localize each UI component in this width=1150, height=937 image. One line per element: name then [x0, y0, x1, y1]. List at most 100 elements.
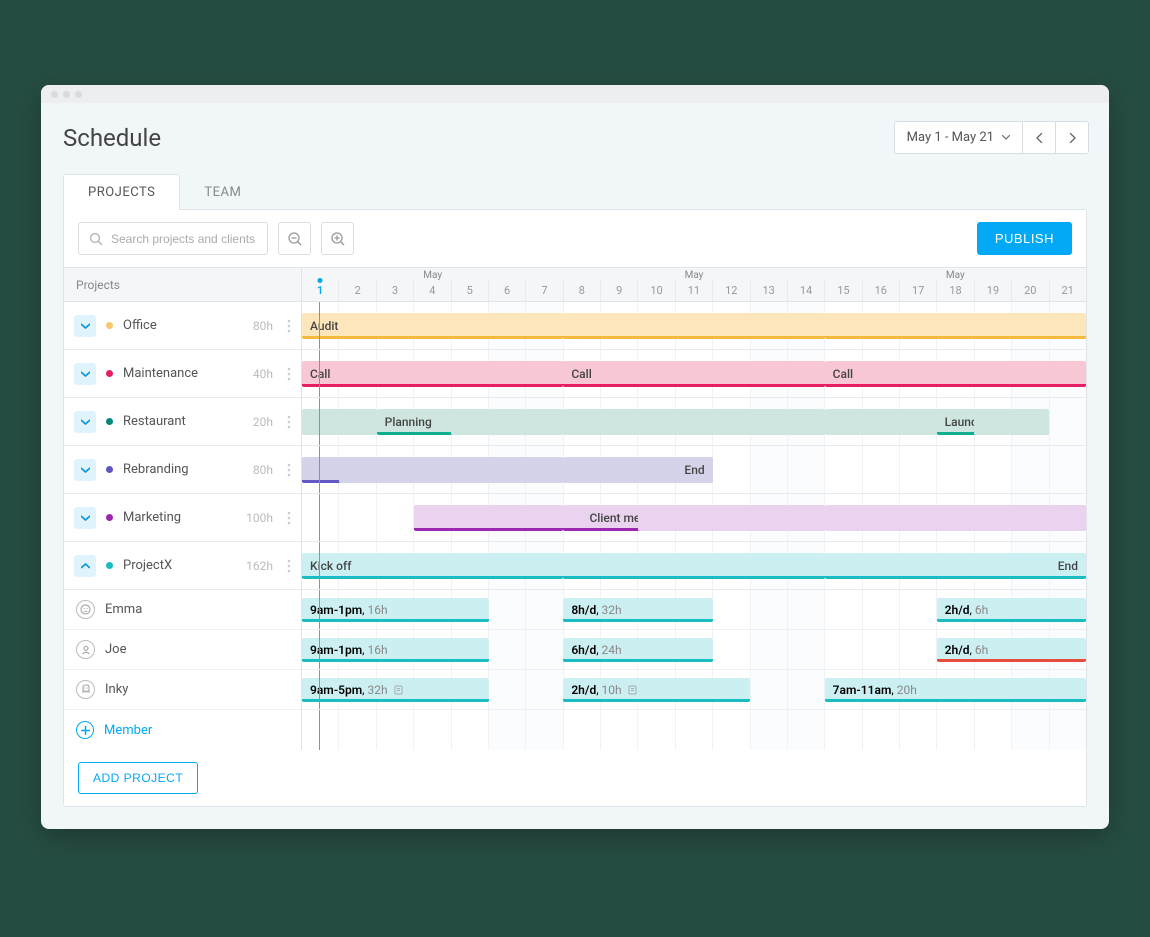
publish-button[interactable]: PUBLISH	[977, 222, 1072, 255]
day-header-14[interactable]: 14	[787, 279, 824, 301]
assignment-bar[interactable]: 9am-5pm, 32h	[302, 678, 489, 702]
project-hours: 80h	[253, 463, 273, 477]
add-member-button[interactable]: Member	[64, 710, 302, 750]
project-menu-icon[interactable]	[287, 463, 291, 477]
day-header-15[interactable]: 15	[824, 279, 861, 301]
note-icon	[628, 685, 637, 695]
project-bar[interactable]	[1049, 361, 1083, 387]
day-header-8[interactable]: 8	[563, 279, 600, 301]
project-bar[interactable]	[302, 409, 377, 435]
expand-project-button[interactable]	[74, 411, 96, 433]
project-row-projectx: ProjectX162hKick offEnd	[64, 542, 1086, 590]
member-name: Emma	[105, 602, 142, 617]
project-bar[interactable]: Call	[563, 361, 824, 387]
project-menu-icon[interactable]	[287, 559, 291, 573]
project-bar[interactable]	[825, 505, 1086, 531]
day-header-1[interactable]: 1	[302, 279, 338, 301]
search-input-wrapper[interactable]	[78, 222, 268, 255]
assignment-bar[interactable]: 2h/d, 6h	[937, 638, 1086, 662]
day-header-20[interactable]: 20	[1011, 279, 1048, 301]
day-header-13[interactable]: 13	[750, 279, 787, 301]
project-row-marketing: Marketing100hClient meeting	[64, 494, 1086, 542]
expand-project-button[interactable]	[74, 363, 96, 385]
project-name: Marketing	[123, 510, 181, 525]
assignment-bar[interactable]: 7am-11am, 20h	[825, 678, 1086, 702]
expand-project-button[interactable]	[74, 315, 96, 337]
project-color-dot	[106, 370, 113, 377]
date-range-picker[interactable]: May 1 - May 21	[894, 121, 1023, 154]
add-project-button[interactable]: ADD PROJECT	[78, 762, 198, 794]
member-row-emma: Emma 9am-1pm, 16h 8h/d, 32h 2h/d, 6h	[64, 590, 1086, 630]
day-header-19[interactable]: 19	[974, 279, 1011, 301]
project-bar[interactable]: End	[974, 553, 1086, 579]
day-header-2[interactable]: 2	[338, 279, 375, 301]
expand-project-button[interactable]	[74, 459, 96, 481]
zoom-in-button[interactable]	[321, 222, 354, 255]
project-bar[interactable]	[377, 553, 564, 579]
current-day-marker	[318, 278, 323, 283]
day-header-18[interactable]: 18	[936, 279, 973, 301]
project-bar[interactable]	[825, 313, 1086, 339]
project-row-maintenance: Maintenance40hCallCallCall	[64, 350, 1086, 398]
project-bar[interactable]: Call	[825, 361, 1086, 387]
day-header-5[interactable]: 5	[451, 279, 488, 301]
project-bar[interactable]	[451, 313, 563, 339]
expand-project-button[interactable]	[74, 555, 96, 577]
project-bar[interactable]: End	[563, 457, 712, 483]
project-bar[interactable]	[563, 409, 824, 435]
project-menu-icon[interactable]	[287, 367, 291, 381]
day-header-16[interactable]: 16	[862, 279, 899, 301]
project-color-dot	[106, 466, 113, 473]
day-header-10[interactable]: 10	[637, 279, 674, 301]
member-row-joe: Joe9am-1pm, 16h6h/d, 24h2h/d, 6h	[64, 630, 1086, 670]
expand-project-button[interactable]	[74, 507, 96, 529]
day-header-17[interactable]: 17	[899, 279, 936, 301]
project-bar[interactable]	[638, 505, 825, 531]
search-input[interactable]	[111, 232, 257, 246]
day-header-11[interactable]: 11	[675, 279, 712, 301]
next-range-button[interactable]	[1056, 121, 1089, 154]
project-bar[interactable]	[974, 409, 1049, 435]
member-avatar-icon	[76, 600, 95, 619]
project-bar[interactable]	[1049, 505, 1083, 531]
assignment-bar[interactable]: 2h/d, 10h	[563, 678, 750, 702]
projects-column-header: Projects	[64, 268, 302, 301]
assignment-bar[interactable]: 2h/d, 6h	[937, 598, 1086, 622]
project-color-dot	[106, 514, 113, 521]
project-row-rebranding: Rebranding80hEnd	[64, 446, 1086, 494]
tab-team[interactable]: TEAM	[180, 174, 266, 210]
assignment-bar[interactable]: 8h/d, 32h	[563, 598, 712, 622]
assignment-bar[interactable]: 9am-1pm, 16h	[302, 598, 489, 622]
project-color-dot	[106, 322, 113, 329]
member-avatar-icon	[76, 640, 95, 659]
day-header-4[interactable]: 4	[413, 279, 450, 301]
project-bar[interactable]	[451, 409, 563, 435]
zoom-out-button[interactable]	[278, 222, 311, 255]
tab-projects[interactable]: PROJECTS	[63, 174, 180, 210]
project-bar[interactable]	[377, 361, 564, 387]
project-bar[interactable]	[339, 457, 563, 483]
assignment-bar[interactable]: 9am-1pm, 16h	[302, 638, 489, 662]
date-range-label: May 1 - May 21	[907, 130, 994, 145]
assignment-bar[interactable]: 6h/d, 24h	[563, 638, 712, 662]
search-icon	[89, 232, 103, 246]
caret-down-icon	[1002, 135, 1010, 140]
project-bar[interactable]	[414, 505, 563, 531]
day-header-3[interactable]: 3	[376, 279, 413, 301]
day-header-21[interactable]: 21	[1049, 279, 1086, 301]
project-bar[interactable]	[563, 313, 824, 339]
project-menu-icon[interactable]	[287, 511, 291, 525]
project-menu-icon[interactable]	[287, 319, 291, 333]
day-header-12[interactable]: 12	[712, 279, 749, 301]
project-hours: 80h	[253, 319, 273, 333]
project-bar[interactable]	[563, 553, 824, 579]
project-menu-icon[interactable]	[287, 415, 291, 429]
day-header-7[interactable]: 7	[525, 279, 562, 301]
project-name: ProjectX	[123, 558, 172, 573]
project-color-dot	[106, 562, 113, 569]
day-header-6[interactable]: 6	[488, 279, 525, 301]
project-bar[interactable]	[1049, 313, 1083, 339]
project-row-restaurant: Restaurant20hPlanningLaunch	[64, 398, 1086, 446]
prev-range-button[interactable]	[1023, 121, 1056, 154]
day-header-9[interactable]: 9	[600, 279, 637, 301]
